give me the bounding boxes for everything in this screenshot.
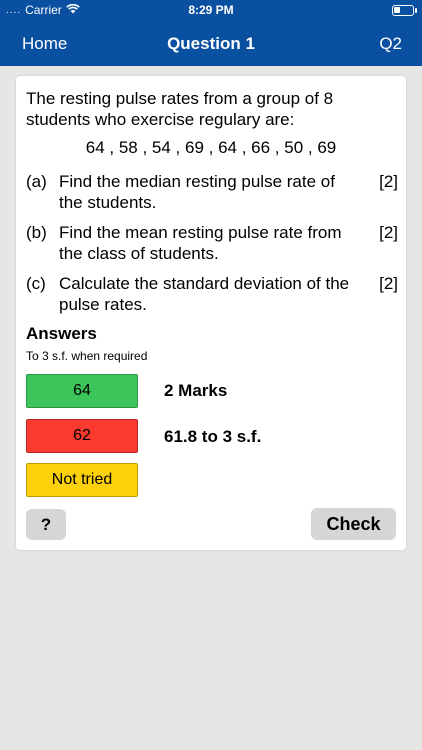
part-letter: (b) — [26, 223, 47, 242]
part-text: Calculate the standard deviation of the … — [59, 274, 350, 314]
answer-a-result: 2 Marks — [164, 381, 228, 400]
check-button[interactable]: Check — [311, 508, 396, 540]
part-marks: [2] — [379, 223, 398, 242]
navigation-bar: Home Question 1 Q2 — [0, 21, 422, 66]
answer-b-button[interactable]: 62 — [26, 419, 138, 453]
next-question-button[interactable]: Q2 — [379, 34, 402, 54]
part-text: Find the mean resting pulse rate from th… — [59, 223, 342, 263]
part-letter: (a) — [26, 172, 47, 191]
status-time: 8:29 PM — [188, 3, 234, 17]
part-letter: (c) — [26, 274, 46, 293]
question-text: The resting pulse rates from a group of … — [26, 89, 334, 129]
answers-heading: Answers — [26, 324, 97, 343]
page-title: Question 1 — [167, 34, 255, 53]
battery-icon — [392, 5, 417, 16]
data-values: 64 , 58 , 54 , 69 , 64 , 66 , 50 , 69 — [85, 138, 337, 157]
question-card: The resting pulse rates from a group of … — [16, 76, 406, 550]
part-text: Find the median resting pulse rate of th… — [59, 172, 335, 212]
answer-c-button[interactable]: Not tried — [26, 463, 138, 497]
part-marks: [2] — [379, 274, 398, 293]
answers-note: To 3 s.f. when required — [26, 349, 148, 363]
help-button[interactable]: ? — [26, 509, 66, 540]
answer-b-result: 61.8 to 3 s.f. — [164, 427, 262, 446]
part-marks: [2] — [379, 172, 398, 191]
status-bar: .... Carrier 8:29 PM — [0, 0, 422, 21]
answer-a-button[interactable]: 64 — [26, 374, 138, 408]
